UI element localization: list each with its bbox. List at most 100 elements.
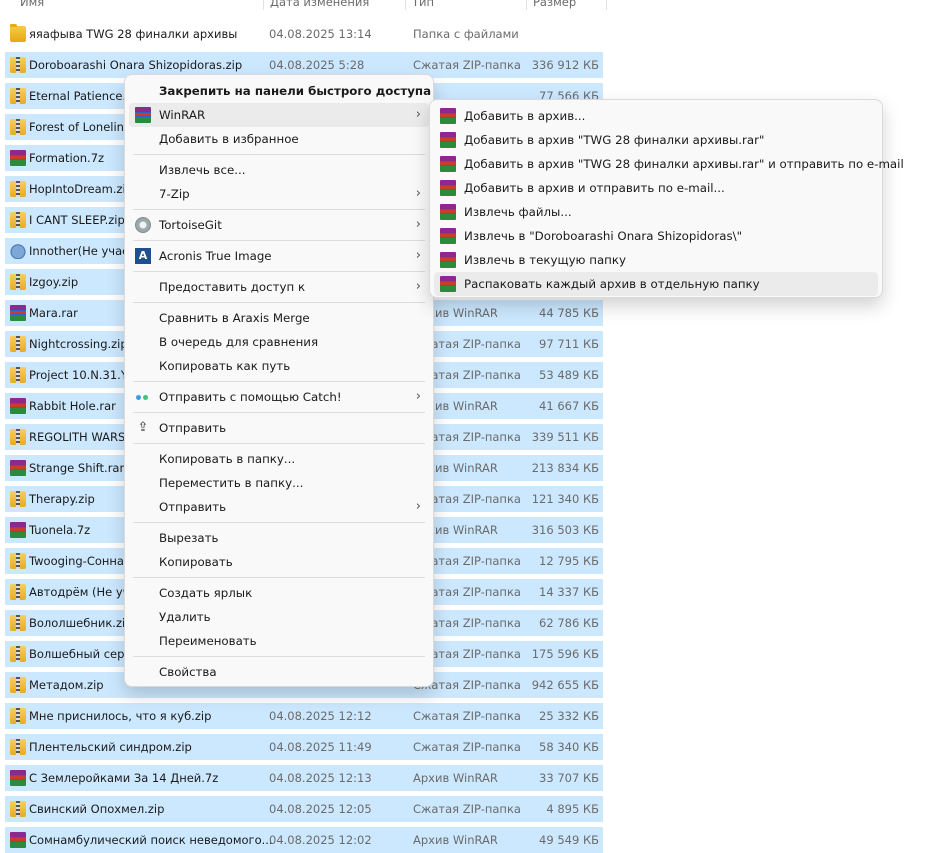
menu-item-копировать-как-путь[interactable]: Копировать как путь	[129, 354, 429, 378]
menu-separator	[133, 522, 425, 523]
menu-item-закрепить-на-панели-быстрого-доступа[interactable]: Закрепить на панели быстрого доступа	[129, 79, 431, 103]
submenu-item-извлечь-в-doroboarashi-onara-shizopidoras[interactable]: Извлечь в "Doroboarashi Onara Shizopidor…	[434, 224, 878, 248]
menu-item-отправить-с-помощью-catch[interactable]: Отправить с помощью Catch! ›	[129, 385, 429, 409]
menu-item-label: Отправить с помощью Catch!	[159, 390, 342, 404]
column-type[interactable]: Тип	[406, 0, 526, 12]
submenu-item-извлечь-файлы[interactable]: Извлечь файлы...	[434, 200, 878, 224]
zip-archive-icon	[10, 367, 26, 383]
menu-item-извлечь-все[interactable]: Извлечь все...	[129, 158, 429, 182]
winrar-icon	[440, 156, 456, 172]
zip-archive-icon	[10, 677, 26, 693]
file-type: Папка с файлами	[413, 27, 519, 41]
menu-item-acronis-true-image[interactable]: A Acronis True Image ›	[129, 244, 429, 268]
menu-item-label: Переименовать	[159, 634, 257, 648]
submenu-item-добавить-в-архив[interactable]: Добавить в архив...	[434, 104, 878, 128]
menu-item-label: Отправить	[159, 500, 227, 514]
zip-archive-icon	[10, 646, 26, 662]
menu-item-7-zip[interactable]: 7-Zip ›	[129, 182, 429, 206]
file-name: Tuonela.7z	[29, 523, 91, 537]
file-size: 175 596 КБ	[531, 647, 599, 661]
file-name: Project 10.N.31.Y.z	[29, 368, 136, 382]
menu-item-переместить-в-папку[interactable]: Переместить в папку...	[129, 471, 429, 495]
menu-item-удалить[interactable]: Удалить	[129, 605, 429, 629]
menu-separator	[133, 271, 425, 272]
chevron-right-icon: ›	[415, 107, 421, 122]
file-size: 49 549 КБ	[539, 833, 599, 847]
menu-separator	[133, 577, 425, 578]
file-type: Архив WinRAR	[413, 833, 498, 847]
file-row[interactable]: Свинский Опохмел.zip 04.08.2025 12:05 Сжат…	[5, 796, 603, 822]
column-date[interactable]: Дата изменения	[264, 0, 404, 12]
menu-item-label: Acronis True Image	[159, 249, 272, 263]
zip-archive-icon	[10, 57, 26, 73]
submenu-item-добавить-в-архив-twg-28-финалки-архивы-rar[interactable]: Добавить в архив "TWG 28 финалки архивы.…	[434, 128, 878, 152]
file-row[interactable]: С Землеройками За 14 Дней.7z 04.08.2025 1…	[5, 765, 603, 791]
zip-archive-icon	[10, 801, 26, 817]
menu-item-label: Добавить в избранное	[159, 132, 299, 146]
chevron-right-icon: ›	[415, 279, 421, 294]
file-row[interactable]: Плентельский синдром.zip 04.08.2025 11:49…	[5, 734, 603, 760]
share-icon: ⇪	[137, 420, 149, 435]
menu-item-создать-ярлык[interactable]: Создать ярлык	[129, 581, 429, 605]
menu-separator	[133, 412, 425, 413]
menu-item-label: Отправить	[159, 421, 227, 435]
menu-item-label: Предоставить доступ к	[159, 280, 306, 294]
menu-item-свойства[interactable]: Свойства	[129, 660, 429, 684]
menu-item-label: Извлечь в "Doroboarashi Onara Shizopidor…	[464, 229, 742, 243]
file-date: 04.08.2025 12:05	[269, 802, 372, 816]
submenu-item-добавить-в-архив-twg-28-финалки-архивы-rar-и-отправить-по-e-mail[interactable]: Добавить в архив "TWG 28 финалки архивы.…	[434, 152, 904, 176]
menu-item-tortoisegit[interactable]: TortoiseGit ›	[129, 213, 429, 237]
winrar-archive-icon	[10, 832, 26, 848]
menu-item-предоставить-доступ-к[interactable]: Предоставить доступ к ›	[129, 275, 429, 299]
winrar-archive-icon	[10, 150, 26, 166]
file-name: Мне приснилось, что я куб.zip	[29, 709, 212, 723]
menu-separator	[133, 154, 425, 155]
submenu-item-извлечь-в-текущую-папку[interactable]: Извлечь в текущую папку	[434, 248, 878, 272]
menu-item-копировать[interactable]: Копировать	[129, 550, 429, 574]
file-date: 04.08.2025 13:14	[269, 27, 372, 41]
chevron-right-icon: ›	[415, 217, 421, 232]
menu-item-label: Свойства	[159, 665, 217, 679]
menu-item-сравнить-в-araxis-merge[interactable]: Сравнить в Araxis Merge	[129, 306, 429, 330]
menu-item-label: В очередь для сравнения	[159, 335, 319, 349]
file-name: I CANT SLEEP.zip	[29, 213, 125, 227]
zip-archive-icon	[10, 119, 26, 135]
chevron-right-icon: ›	[415, 499, 421, 514]
file-name: Twooging-Сонная	[29, 554, 131, 568]
file-row[interactable]: Мне приснилось, что я куб.zip 04.08.2025 …	[5, 703, 603, 729]
file-row[interactable]: Сомнамбулический поиск неведомого... 04.0…	[5, 827, 603, 853]
column-size[interactable]: Размер	[527, 0, 607, 12]
menu-item-label: Извлечь все...	[159, 163, 246, 177]
file-name: Mara.rar	[29, 306, 78, 320]
menu-item-отправить[interactable]: ⇪ Отправить	[129, 416, 429, 440]
winrar-icon	[440, 132, 456, 148]
menu-item-winrar[interactable]: WinRAR ›	[129, 103, 429, 127]
column-divider[interactable]	[606, 0, 607, 10]
file-type: Сжатая ZIP-папка	[413, 802, 521, 816]
file-name: Formation.7z	[29, 151, 105, 165]
file-size: 213 834 КБ	[531, 461, 599, 475]
zip-archive-icon	[10, 336, 26, 352]
menu-separator	[133, 209, 425, 210]
menu-item-label: Вырезать	[159, 531, 219, 545]
winrar-archive-icon	[10, 460, 26, 476]
winrar-icon	[440, 252, 456, 268]
zip-archive-icon	[10, 615, 26, 631]
file-row[interactable]: яяафыва TWG 28 финалки архивы 04.08.2025 …	[5, 21, 603, 47]
menu-separator	[133, 240, 425, 241]
menu-item-в-очередь-для-сравнения[interactable]: В очередь для сравнения	[129, 330, 429, 354]
file-name: С Землеройками За 14 Дней.7z	[29, 771, 219, 785]
menu-item-копировать-в-папку[interactable]: Копировать в папку...	[129, 447, 429, 471]
menu-item-добавить-в-избранное[interactable]: Добавить в избранное	[129, 127, 429, 151]
menu-item-вырезать[interactable]: Вырезать	[129, 526, 429, 550]
menu-separator	[133, 302, 425, 303]
menu-item-переименовать[interactable]: Переименовать	[129, 629, 429, 653]
menu-item-label: Копировать	[159, 555, 233, 569]
submenu-item-добавить-в-архив-и-отправить-по-e-mail[interactable]: Добавить в архив и отправить по e-mail..…	[434, 176, 878, 200]
submenu-item-распаковать-каждый-архив-в-отдельную-папку[interactable]: Распаковать каждый архив в отдельную пап…	[434, 272, 878, 296]
column-name[interactable]: Имя	[14, 0, 264, 12]
zip-archive-icon	[10, 708, 26, 724]
menu-separator	[133, 443, 425, 444]
file-type: Сжатая ZIP-папка	[413, 740, 521, 754]
menu-item-отправить[interactable]: Отправить ›	[129, 495, 429, 519]
